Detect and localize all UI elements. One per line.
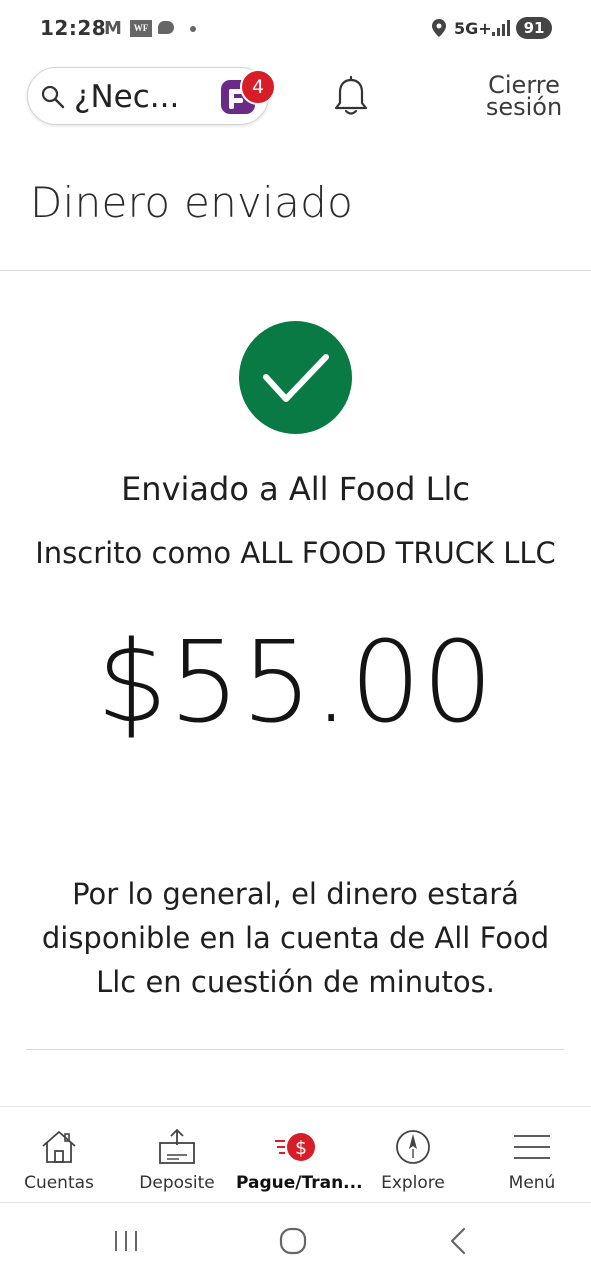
sent-amount: $55.00 — [96, 618, 495, 748]
divider — [26, 1049, 564, 1050]
notification-badge: 4 — [240, 69, 276, 105]
logout-button[interactable]: Cierre sesión — [472, 73, 576, 119]
status-time: 12:28 — [40, 16, 107, 40]
nav-label: Deposite — [139, 1173, 215, 1193]
status-bar: 12:28 M WF 5G+ 91 — [0, 0, 591, 58]
deposit-icon — [159, 1128, 195, 1164]
gmail-icon: M — [104, 18, 122, 39]
battery-indicator: 91 — [516, 17, 552, 39]
nav-item-deposite[interactable]: Deposite — [118, 1107, 236, 1203]
network-type: 5G+ — [454, 19, 492, 38]
location-icon — [432, 19, 446, 37]
chat-icon — [158, 21, 174, 34]
nav-item-menu[interactable]: Menú — [473, 1107, 591, 1203]
pay-transfer-icon: $ — [275, 1133, 315, 1161]
enrolled-name-text: Inscrito como ALL FOOD TRUCK LLC — [35, 536, 556, 570]
bottom-nav: Cuentas Deposite $ Pague/Tran... Explore — [0, 1106, 591, 1202]
hamburger-menu-icon — [514, 1135, 550, 1159]
more-dot-icon — [190, 26, 196, 32]
bell-icon[interactable] — [333, 76, 369, 118]
search-icon — [41, 85, 65, 109]
system-nav-bar — [0, 1203, 591, 1280]
checkmark-icon — [263, 354, 329, 402]
recent-apps-icon[interactable] — [106, 1223, 146, 1259]
nav-label: Pague/Tran... — [236, 1173, 363, 1193]
back-icon[interactable] — [438, 1223, 478, 1259]
signal-icon — [492, 20, 510, 36]
home-circle-icon[interactable] — [273, 1223, 313, 1259]
nav-label: Menú — [508, 1173, 556, 1193]
search-input[interactable]: ¿Nec... — [74, 79, 179, 115]
success-check-icon — [239, 321, 352, 434]
nav-label: Explore — [381, 1173, 445, 1193]
compass-icon — [396, 1130, 430, 1164]
availability-note: Por lo general, el dinero estará disponi… — [41, 877, 550, 999]
wf-app-icon: WF — [130, 20, 152, 37]
svg-text:$: $ — [295, 1137, 307, 1159]
home-icon — [42, 1131, 76, 1163]
nav-label: Cuentas — [24, 1173, 94, 1193]
page-title: Dinero enviado — [30, 178, 354, 227]
nav-item-cuentas[interactable]: Cuentas — [0, 1107, 118, 1203]
nav-item-pague-transfiera[interactable]: $ Pague/Tran... — [236, 1107, 363, 1203]
nav-item-explore[interactable]: Explore — [354, 1107, 472, 1203]
divider — [0, 270, 591, 271]
recipient-text: Enviado a All Food Llc — [121, 470, 470, 508]
